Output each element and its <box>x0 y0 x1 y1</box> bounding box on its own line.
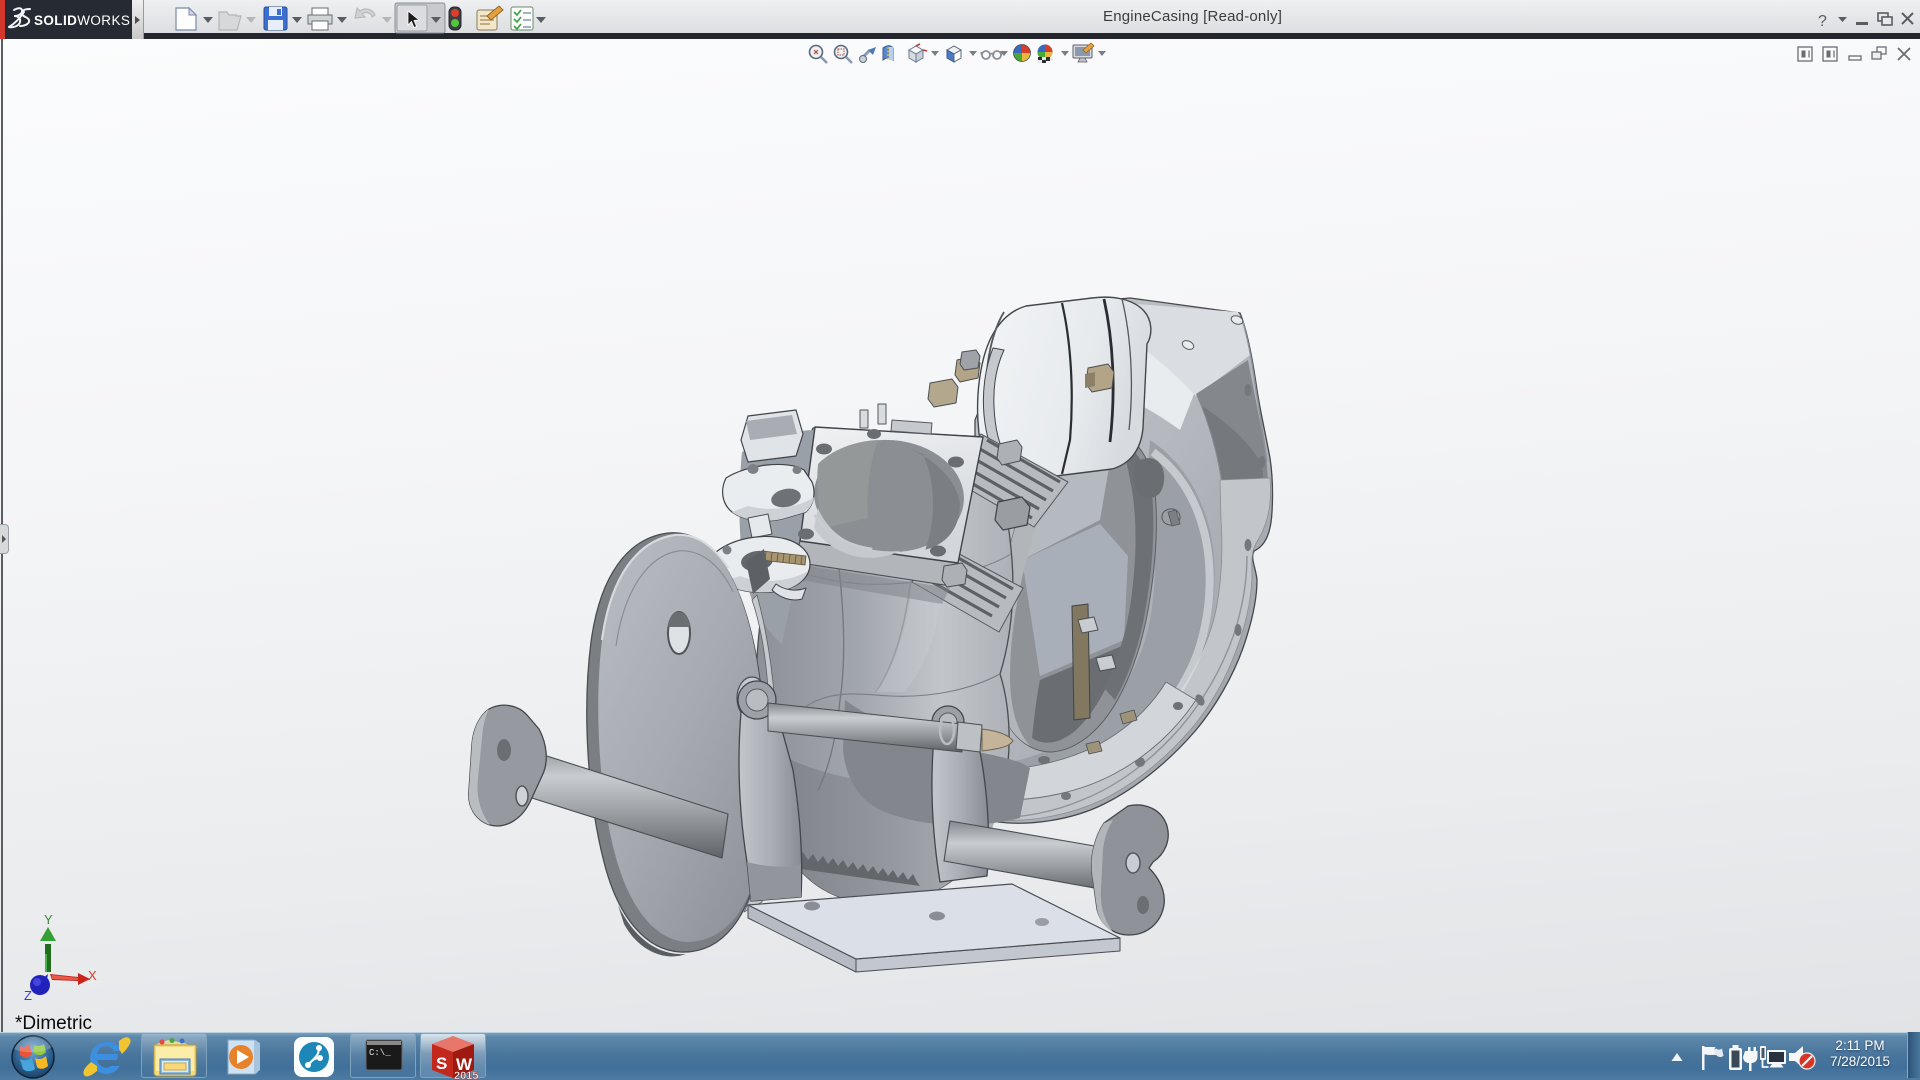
svg-text:2015: 2015 <box>454 1070 478 1080</box>
svg-text:C:\_: C:\_ <box>369 1048 391 1058</box>
svg-text:S: S <box>436 1054 447 1073</box>
